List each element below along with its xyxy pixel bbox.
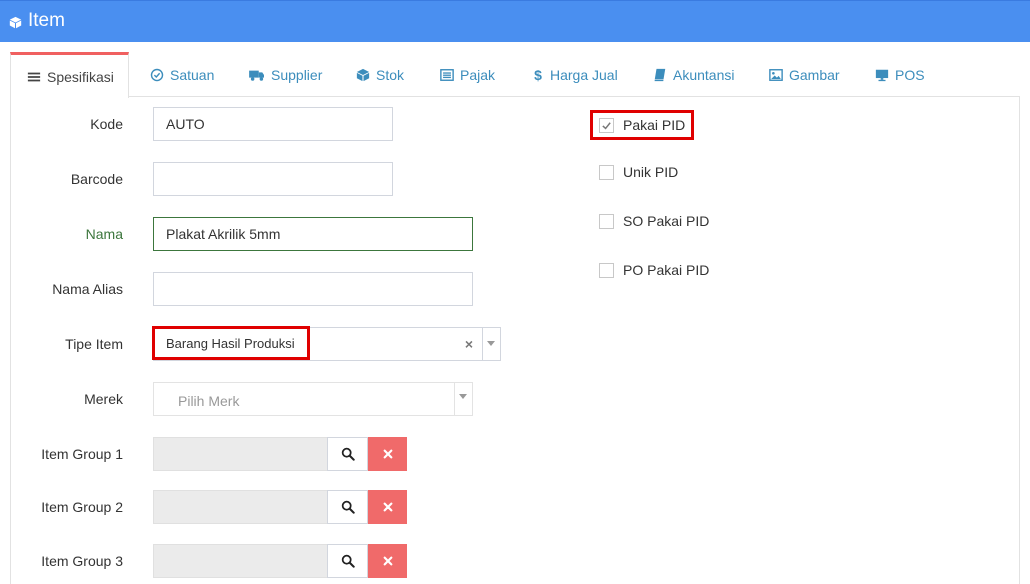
clear-icon[interactable]: × (465, 328, 473, 360)
book-icon (654, 68, 666, 81)
merek-label: Merek (84, 391, 123, 407)
so-pakai-pid-checkbox[interactable]: SO Pakai PID (599, 213, 709, 229)
kode-label: Kode (90, 116, 123, 132)
item-group-2-label: Item Group 2 (41, 499, 123, 515)
tipe-item-label: Tipe Item (65, 336, 123, 352)
dropdown-toggle[interactable] (454, 383, 472, 415)
merek-select[interactable]: Pilih Merk (153, 382, 473, 416)
check-circle-icon (150, 68, 164, 81)
tab-label: Gambar (789, 66, 840, 83)
dropdown-toggle[interactable] (482, 328, 500, 360)
highlight-box (152, 326, 310, 360)
close-icon (383, 556, 392, 566)
chevron-down-icon (487, 341, 495, 346)
tab-label: Akuntansi (673, 66, 735, 83)
window-title: Item (28, 10, 65, 31)
monitor-icon (875, 69, 889, 81)
unik-pid-checkbox[interactable]: Unik PID (599, 164, 678, 180)
checkbox-box[interactable] (599, 262, 614, 278)
item-group-1-clear-button[interactable] (368, 437, 407, 471)
tab-spesifikasi[interactable]: Spesifikasi (10, 52, 129, 98)
tab-content-spesifikasi: Kode AUTO Barcode Nama Plakat Akrilik 5m… (10, 97, 1020, 584)
close-icon (383, 502, 392, 512)
cube-icon (356, 68, 370, 81)
tab-pajak[interactable]: Pajak (440, 52, 495, 97)
search-icon (341, 447, 355, 461)
tab-bar: Spesifikasi Satuan Supplier Stok Pajak $… (10, 52, 1020, 98)
highlight-box (590, 110, 694, 140)
item-group-2-clear-button[interactable] (368, 490, 407, 524)
tab-label: POS (895, 66, 925, 83)
list-alt-icon (440, 68, 454, 81)
search-icon (341, 554, 355, 568)
nama-input[interactable]: Plakat Akrilik 5mm (153, 217, 473, 251)
barcode-label: Barcode (70, 171, 123, 187)
item-group-3-search-button[interactable] (327, 544, 368, 578)
item-group-1-label: Item Group 1 (41, 446, 123, 462)
tab-label: Spesifikasi (47, 68, 114, 85)
tab-stok[interactable]: Stok (356, 52, 404, 97)
nama-alias-label: Nama Alias (52, 281, 123, 297)
tab-label: Satuan (170, 66, 215, 83)
item-form-panel: Spesifikasi Satuan Supplier Stok Pajak $… (10, 52, 1020, 584)
po-pakai-pid-checkbox[interactable]: PO Pakai PID (599, 262, 709, 278)
tab-label: Supplier (271, 66, 323, 83)
truck-icon (249, 70, 264, 81)
merek-placeholder: Pilih Merk (178, 393, 240, 409)
item-group-3-clear-button[interactable] (368, 544, 407, 578)
checkbox-box[interactable] (599, 213, 614, 229)
tab-label: Pajak (460, 66, 496, 83)
checkbox-label: SO Pakai PID (623, 213, 710, 229)
checkbox-box[interactable] (599, 164, 614, 180)
item-group-2-search-button[interactable] (327, 490, 368, 524)
nama-alias-input[interactable] (153, 272, 473, 306)
tab-gambar[interactable]: Gambar (769, 52, 840, 97)
checkbox-label: PO Pakai PID (623, 262, 710, 278)
nama-label: Nama (85, 226, 123, 242)
checkbox-label: Unik PID (623, 164, 679, 180)
chevron-down-icon (459, 394, 467, 399)
item-group-1-search-button[interactable] (327, 437, 368, 471)
tab-akuntansi[interactable]: Akuntansi (653, 52, 734, 97)
item-group-3-label: Item Group 3 (41, 553, 123, 569)
tab-label: Harga Jual (550, 66, 618, 83)
close-icon (383, 449, 392, 459)
tab-pos[interactable]: POS (875, 52, 925, 97)
search-icon (341, 500, 355, 514)
tab-supplier[interactable]: Supplier (249, 52, 322, 97)
tab-harga-jual[interactable]: $ Harga Jual (532, 52, 618, 97)
barcode-input[interactable] (153, 162, 393, 196)
dollar-icon: $ (534, 66, 542, 83)
item-group-2-input (153, 490, 328, 524)
window-titlebar: Item (0, 0, 1030, 42)
image-icon (769, 68, 783, 81)
kode-input[interactable]: AUTO (153, 107, 393, 141)
list-icon (27, 72, 41, 81)
item-group-3-input (153, 544, 328, 578)
tab-label: Stok (376, 66, 405, 83)
cube-icon (9, 16, 22, 29)
item-group-1-input (153, 437, 328, 471)
tab-satuan[interactable]: Satuan (150, 52, 214, 97)
